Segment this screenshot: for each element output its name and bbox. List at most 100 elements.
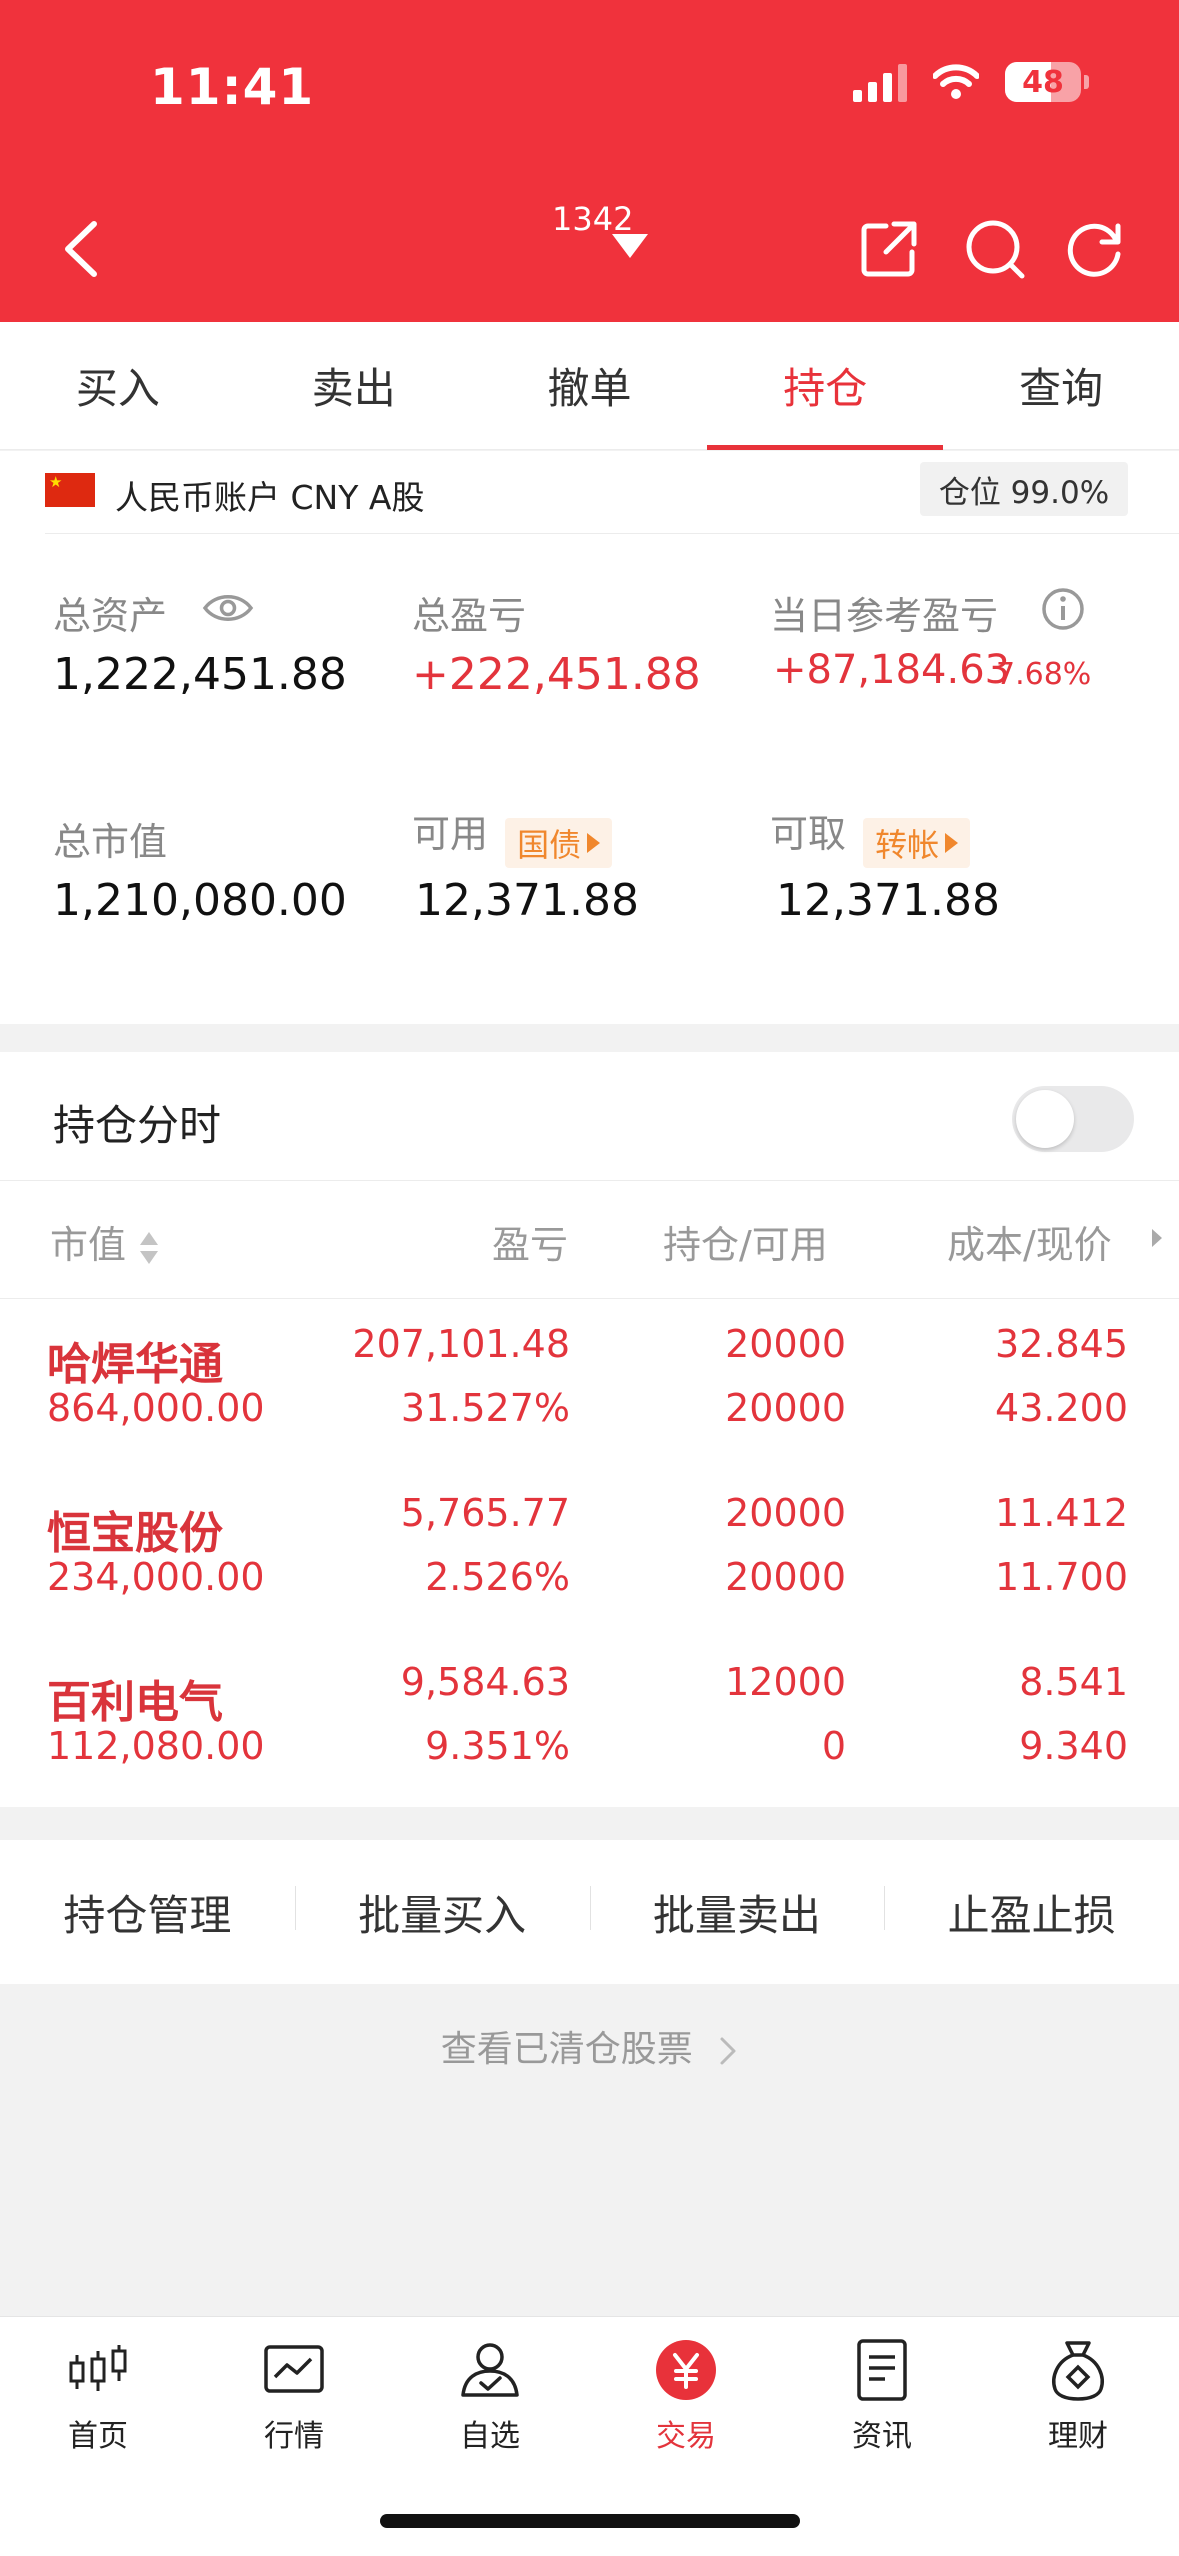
total-assets-label: 总资产	[53, 594, 168, 638]
holdings-actions-bar: 持仓管理 批量买入 批量卖出 止盈止损	[0, 1840, 1179, 1984]
nav-watchlist-label: 自选	[460, 2419, 520, 2454]
stock-pnl: 9,584.63	[400, 1660, 570, 1704]
wifi-icon	[933, 64, 979, 99]
money-bag-icon	[1052, 2341, 1104, 2401]
nav-wealth-label: 理财	[1048, 2419, 1108, 2454]
status-time: 11:41	[150, 58, 315, 116]
stock-cost: 32.845	[995, 1322, 1128, 1366]
nav-wealth[interactable]: 理财	[980, 2337, 1176, 2455]
holdings-management-button[interactable]: 持仓管理	[0, 1882, 295, 1943]
column-header-market-value-label: 市值	[50, 1223, 127, 1267]
stock-pnl-percent: 2.526%	[425, 1555, 570, 1599]
treasury-bond-tag[interactable]: 国债	[505, 817, 613, 868]
batch-sell-button[interactable]: 批量卖出	[589, 1882, 885, 1943]
status-icons: 48	[853, 62, 1089, 102]
nav-home[interactable]: 首页	[0, 2337, 196, 2455]
stock-price: 11.700	[995, 1555, 1128, 1599]
china-flag-icon: ★	[45, 473, 95, 507]
market-value-value: 1,210,080.00	[53, 875, 347, 926]
eye-icon[interactable]	[202, 591, 254, 625]
transfer-tag-label: 转帐	[875, 825, 940, 864]
view-cleared-stocks-link[interactable]: 查看已清仓股票	[0, 2020, 1179, 2072]
app-header: 11:41 48 1342	[0, 0, 1179, 322]
user-check-icon	[461, 2343, 519, 2397]
stock-position: 20000	[725, 1322, 846, 1366]
chart-monitor-icon	[264, 2345, 324, 2393]
chevron-right-icon	[720, 2037, 736, 2065]
available-label-row: 可用 国债	[412, 803, 613, 868]
stock-pnl-percent: 31.527%	[400, 1386, 570, 1430]
batch-buy-button[interactable]: 批量买入	[294, 1882, 590, 1943]
nav-watchlist[interactable]: 自选	[392, 2337, 588, 2455]
caret-down-icon[interactable]	[612, 234, 648, 258]
account-summary: ★ 人民币账户 CNY A股 仓位 99.0% 总资产 1,222,451.88…	[0, 451, 1179, 1024]
stock-name: 恒宝股份	[47, 1508, 223, 1559]
stock-price: 9.340	[1019, 1724, 1128, 1768]
play-arrow-icon	[945, 832, 959, 853]
stock-market-value: 234,000.00	[47, 1555, 265, 1599]
view-cleared-stocks-label: 查看已清仓股票	[440, 2029, 693, 2070]
play-arrow-icon	[587, 832, 601, 853]
total-pnl-value: +222,451.88	[412, 649, 701, 700]
yuan-coin-icon	[656, 2340, 716, 2400]
cellular-signal-icon	[853, 62, 907, 102]
total-assets-value: 1,222,451.88	[53, 649, 347, 700]
sort-icon	[140, 1231, 159, 1264]
column-header-pnl: 盈亏	[492, 1223, 569, 1267]
holdings-panel: 持仓分时 市值 盈亏 持仓/可用 成本/现价 哈焊华通 864,000.00 2…	[0, 1052, 1179, 1807]
market-value-label: 总市值	[53, 820, 168, 864]
home-indicator[interactable]	[380, 2514, 800, 2528]
toggle-knob	[1016, 1090, 1074, 1148]
divider	[45, 533, 1179, 534]
nav-news[interactable]: 资讯	[784, 2337, 980, 2455]
account-selector[interactable]: 1342	[552, 200, 633, 238]
tab-holdings[interactable]: 持仓	[707, 322, 943, 450]
withdrawable-value: 12,371.88	[776, 875, 1000, 926]
back-arrow-icon[interactable]	[60, 220, 100, 278]
nav-trade[interactable]: 交易	[588, 2337, 784, 2455]
divider	[0, 1298, 1179, 1299]
total-pnl-label: 总盈亏	[412, 594, 527, 638]
nav-market[interactable]: 行情	[196, 2337, 392, 2455]
share-icon[interactable]	[858, 218, 920, 280]
battery-icon: 48	[1005, 62, 1089, 102]
position-ratio-badge: 仓位 99.0%	[920, 462, 1128, 516]
stock-cost: 11.412	[995, 1491, 1128, 1535]
stock-available: 0	[821, 1724, 846, 1768]
stock-price: 43.200	[995, 1386, 1128, 1430]
daily-pnl-percent: 7.68%	[996, 657, 1092, 692]
trade-tabs: 买入 卖出 撤单 持仓 查询	[0, 322, 1179, 450]
info-icon[interactable]	[1041, 587, 1085, 631]
chevron-right-icon[interactable]	[1150, 1227, 1164, 1249]
daily-pnl-value: +87,184.63	[773, 647, 1011, 693]
refresh-icon[interactable]	[1064, 218, 1126, 280]
stock-pnl: 207,101.48	[352, 1322, 570, 1366]
holdings-intraday-toggle[interactable]	[1012, 1086, 1134, 1152]
stock-pnl: 5,765.77	[400, 1491, 570, 1535]
tab-cancel-order[interactable]: 撤单	[472, 322, 708, 449]
nav-home-label: 首页	[68, 2419, 128, 2454]
stock-position: 20000	[725, 1491, 846, 1535]
daily-pnl-label: 当日参考盈亏	[770, 594, 999, 638]
withdrawable-label: 可取	[770, 812, 847, 856]
column-header-cost-price[interactable]: 成本/现价	[947, 1214, 1112, 1269]
stock-position: 12000	[725, 1660, 846, 1704]
available-label: 可用	[412, 812, 489, 856]
divider	[0, 1180, 1179, 1181]
transfer-tag[interactable]: 转帐	[863, 817, 971, 868]
column-header-position-available: 持仓/可用	[663, 1223, 828, 1267]
battery-level: 48	[1022, 64, 1064, 100]
tab-buy[interactable]: 买入	[0, 322, 236, 449]
treasury-bond-tag-label: 国债	[517, 825, 582, 864]
holdings-intraday-title: 持仓分时	[53, 1101, 222, 1150]
take-profit-stop-loss-button[interactable]: 止盈止损	[884, 1882, 1179, 1943]
nav-news-label: 资讯	[852, 2419, 912, 2454]
nav-market-label: 行情	[264, 2419, 324, 2454]
available-value: 12,371.88	[415, 875, 639, 926]
search-icon[interactable]	[964, 218, 1026, 280]
stock-market-value: 864,000.00	[47, 1386, 265, 1430]
tab-query[interactable]: 查询	[943, 322, 1179, 449]
tab-sell[interactable]: 卖出	[236, 322, 472, 449]
account-name: 人民币账户 CNY A股	[115, 478, 425, 517]
column-header-market-value[interactable]: 市值	[50, 1214, 160, 1269]
